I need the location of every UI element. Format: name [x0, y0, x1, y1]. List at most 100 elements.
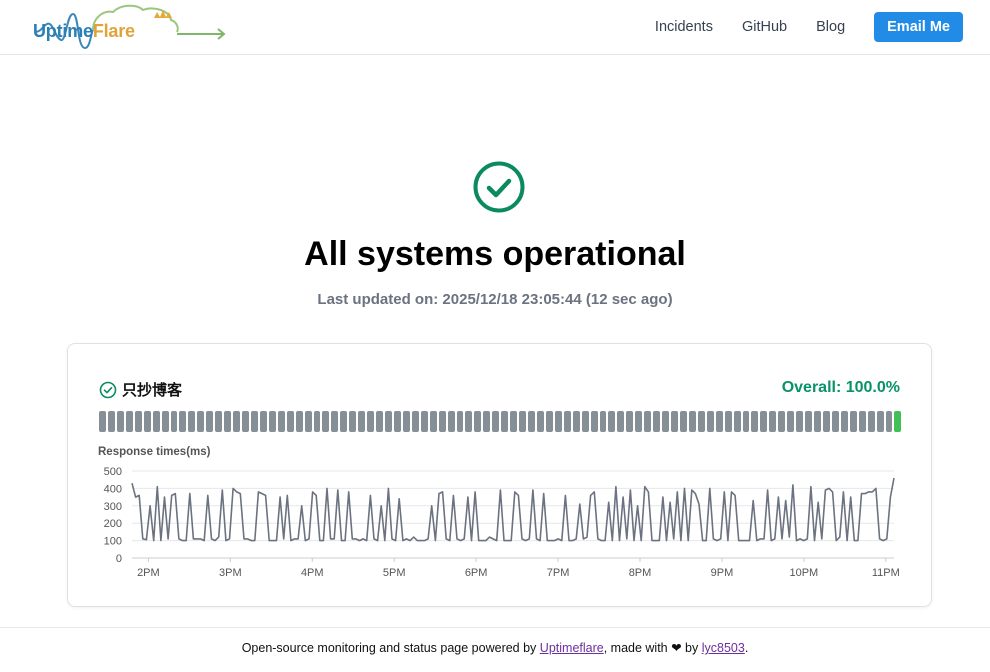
uptime-bar[interactable]: [277, 411, 285, 432]
uptime-bar[interactable]: [188, 411, 196, 432]
uptime-bar[interactable]: [688, 411, 696, 432]
uptime-bar[interactable]: [268, 411, 276, 432]
uptime-bar[interactable]: [536, 411, 544, 432]
uptime-bar[interactable]: [411, 411, 419, 432]
uptime-bar[interactable]: [402, 411, 410, 432]
uptime-bar[interactable]: [376, 411, 383, 432]
uptime-bar[interactable]: [831, 411, 839, 432]
uptime-bar[interactable]: [474, 411, 482, 432]
uptime-bar[interactable]: [367, 411, 375, 432]
uptime-bar[interactable]: [420, 411, 428, 432]
uptime-bar[interactable]: [635, 411, 643, 432]
email-me-button[interactable]: Email Me: [874, 12, 963, 42]
uptime-bar[interactable]: [99, 411, 106, 432]
uptime-bar[interactable]: [796, 411, 804, 432]
uptime-bar[interactable]: [143, 411, 151, 432]
uptime-bar[interactable]: [581, 411, 589, 432]
uptime-bar[interactable]: [313, 411, 321, 432]
nav-incidents[interactable]: Incidents: [655, 12, 713, 42]
uptime-bar[interactable]: [608, 411, 616, 432]
uptime-bar[interactable]: [152, 411, 160, 432]
x-tick-label: 3PM: [219, 567, 242, 579]
uptime-bar[interactable]: [599, 411, 607, 432]
response-times-label: Response times(ms): [98, 446, 211, 458]
last-updated-text: Last updated on: 2025/12/18 23:05:44 (12…: [317, 291, 673, 308]
uptime-bar[interactable]: [876, 411, 884, 432]
uptime-bar[interactable]: [304, 411, 312, 432]
uptime-bar[interactable]: [572, 411, 580, 432]
uptime-bar[interactable]: [706, 411, 714, 432]
uptime-bar[interactable]: [626, 411, 634, 432]
nav-github[interactable]: GitHub: [742, 12, 787, 42]
uptime-bar[interactable]: [215, 411, 223, 432]
uptime-bar[interactable]: [483, 411, 491, 432]
uptime-bar[interactable]: [161, 411, 169, 432]
uptime-bar[interactable]: [501, 411, 509, 432]
uptime-bar[interactable]: [447, 411, 455, 432]
uptime-bar[interactable]: [107, 411, 115, 432]
uptime-bar[interactable]: [671, 411, 678, 432]
uptime-bar[interactable]: [331, 411, 339, 432]
uptime-bar[interactable]: [563, 411, 571, 432]
uptime-bar[interactable]: [894, 411, 902, 432]
uptime-bar[interactable]: [358, 411, 366, 432]
uptime-bar[interactable]: [733, 411, 741, 432]
uptime-bar[interactable]: [760, 411, 768, 432]
uptime-bar[interactable]: [224, 411, 232, 432]
uptime-bar[interactable]: [662, 411, 669, 432]
uptime-bar[interactable]: [590, 411, 598, 432]
uptime-bar[interactable]: [545, 411, 553, 432]
uptime-bar[interactable]: [742, 411, 750, 432]
uptime-bar[interactable]: [233, 411, 240, 432]
uptime-bar[interactable]: [286, 411, 294, 432]
uptime-bar[interactable]: [644, 411, 652, 432]
uptime-bar[interactable]: [885, 411, 893, 432]
uptime-bar[interactable]: [805, 411, 812, 432]
uptime-bar[interactable]: [528, 411, 535, 432]
uptime-bar[interactable]: [197, 411, 205, 432]
uptime-bar[interactable]: [456, 411, 464, 432]
uptime-bar[interactable]: [724, 411, 732, 432]
uptime-bar[interactable]: [393, 411, 401, 432]
uptime-bar[interactable]: [778, 411, 786, 432]
uptime-bar[interactable]: [697, 411, 705, 432]
uptime-bar[interactable]: [858, 411, 866, 432]
uptime-bar[interactable]: [715, 411, 723, 432]
uptime-bar[interactable]: [429, 411, 437, 432]
uptime-bar[interactable]: [134, 411, 142, 432]
uptime-bar[interactable]: [170, 411, 178, 432]
uptime-bar[interactable]: [787, 411, 795, 432]
uptime-bar[interactable]: [206, 411, 214, 432]
uptime-bar[interactable]: [510, 411, 518, 432]
nav-blog[interactable]: Blog: [816, 12, 845, 42]
uptime-bar[interactable]: [322, 411, 330, 432]
uptime-bar[interactable]: [349, 411, 357, 432]
uptime-bar[interactable]: [653, 411, 661, 432]
footer-link-uptimeflare[interactable]: Uptimeflare: [540, 641, 604, 655]
uptime-bar[interactable]: [867, 411, 875, 432]
uptime-bar[interactable]: [295, 411, 303, 432]
uptime-bar[interactable]: [814, 411, 821, 432]
uptime-bar[interactable]: [385, 411, 392, 432]
y-tick-label: 300: [104, 501, 122, 513]
uptime-bar[interactable]: [465, 411, 473, 432]
uptime-bar[interactable]: [769, 411, 777, 432]
uptime-bar[interactable]: [340, 411, 348, 432]
uptime-bar[interactable]: [259, 411, 267, 432]
uptime-bar[interactable]: [438, 411, 446, 432]
uptime-bar[interactable]: [679, 411, 687, 432]
uptime-bar[interactable]: [849, 411, 857, 432]
uptime-bar[interactable]: [840, 411, 848, 432]
uptime-bar[interactable]: [822, 411, 830, 432]
uptime-bar[interactable]: [554, 411, 562, 432]
uptime-bar[interactable]: [179, 411, 187, 432]
uptime-bar[interactable]: [116, 411, 124, 432]
footer-link-author[interactable]: lyc8503: [702, 641, 745, 655]
uptime-bar[interactable]: [125, 411, 133, 432]
uptime-bar[interactable]: [751, 411, 759, 432]
uptime-bar[interactable]: [492, 411, 500, 432]
uptime-bar[interactable]: [617, 411, 625, 432]
uptime-bar[interactable]: [519, 411, 526, 432]
uptime-bar[interactable]: [250, 411, 258, 432]
uptime-bar[interactable]: [242, 411, 249, 432]
